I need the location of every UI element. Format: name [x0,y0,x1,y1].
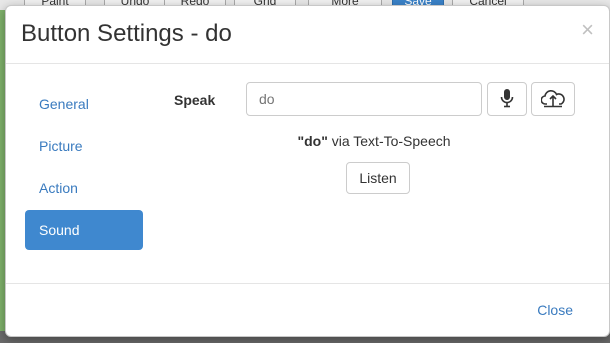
button-settings-modal: Button Settings - do × General Picture A… [5,5,610,337]
modal-title: Button Settings - do [21,20,232,47]
microphone-icon [499,88,515,111]
tts-word: "do" [297,133,328,149]
modal-header: Button Settings - do × [6,6,609,64]
close-icon[interactable]: × [581,19,594,41]
listen-button[interactable]: Listen [346,162,410,194]
tts-description: "do" via Text-To-Speech [174,133,574,149]
speak-input[interactable] [246,82,482,116]
modal-footer: Close [6,283,609,336]
speak-label: Speak [174,92,216,108]
record-audio-button[interactable] [487,82,527,116]
close-button[interactable]: Close [537,302,573,318]
settings-nav: General Picture Action Sound [25,84,143,252]
nav-item-action[interactable]: Action [25,168,143,208]
upload-sound-button[interactable] [531,82,575,116]
nav-item-picture[interactable]: Picture [25,126,143,166]
tts-suffix: via Text-To-Speech [327,133,451,149]
upload-icon [540,88,565,111]
nav-item-sound[interactable]: Sound [25,210,143,250]
nav-item-general[interactable]: General [25,84,143,124]
